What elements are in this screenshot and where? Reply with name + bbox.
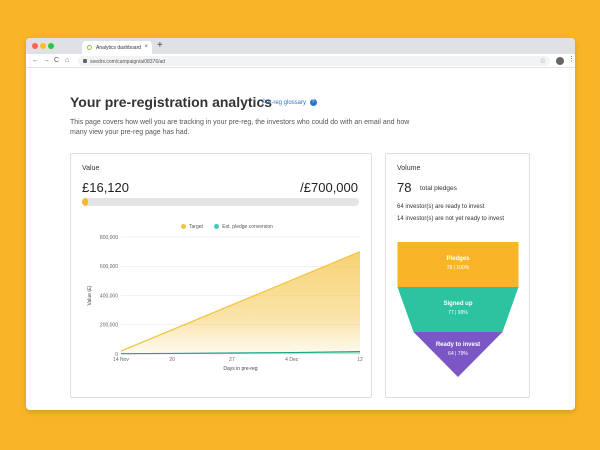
x-axis-title: Days in pre-reg bbox=[223, 366, 257, 372]
funnel-segment-title: Ready to invest bbox=[436, 342, 480, 348]
address-toolbar: ← → C ⌂ seedrs.com/campaign/ai08376/ad ☆… bbox=[26, 54, 575, 68]
funnel-segment-stats: 77 | 99% bbox=[448, 310, 468, 316]
x-tick-label: 4 Dec bbox=[285, 357, 299, 363]
page-content: Your pre-registration analytics Pre-reg … bbox=[26, 68, 575, 410]
tab-close-icon[interactable]: × bbox=[144, 44, 148, 50]
bookmark-star-icon[interactable]: ☆ bbox=[540, 57, 546, 65]
y-tick-label: 200,000 bbox=[100, 323, 118, 329]
x-tick-label: 14 Nov bbox=[113, 357, 129, 363]
page-description: This page covers how well you are tracki… bbox=[70, 119, 410, 136]
home-icon[interactable]: ⌂ bbox=[65, 56, 69, 65]
y-tick-label: 400,000 bbox=[100, 293, 118, 299]
funnel-segment-stats: 64 | 79% bbox=[448, 351, 468, 357]
value-area-chart: 0200,000400,000600,000800,00014 Nov 20 27 4… bbox=[87, 235, 363, 372]
tab-analytics-dashboard[interactable]: Analytics dashboard × bbox=[82, 41, 152, 54]
y-tick-label: 800,000 bbox=[100, 235, 118, 241]
funnel-segment-title: Signed up bbox=[444, 301, 473, 307]
help-icon[interactable]: ? bbox=[309, 99, 317, 106]
lock-icon bbox=[83, 58, 87, 63]
forward-arrow-icon[interactable]: → bbox=[43, 56, 50, 65]
pre-reg-glossary-link[interactable]: Pre-reg glossary ? bbox=[262, 99, 317, 106]
funnel-segment-stats: 78 | 100% bbox=[447, 265, 470, 271]
address-bar[interactable]: seedrs.com/campaign/ai08376/ad ☆ bbox=[78, 56, 550, 66]
funnel-segment-title: Pledges bbox=[446, 256, 470, 262]
close-window-button[interactable] bbox=[32, 43, 38, 49]
back-arrow-icon[interactable]: ← bbox=[32, 56, 39, 65]
volume-card: Volume 78 total pledges 64 investor(s) a… bbox=[385, 153, 530, 398]
new-tab-button[interactable]: + bbox=[157, 40, 163, 52]
maximize-window-button[interactable] bbox=[48, 43, 54, 49]
x-tick-label: 12 bbox=[357, 357, 363, 363]
value-card: Value £16,120 /£700,000 Target Est. pled… bbox=[70, 153, 372, 398]
y-tick-label: 600,000 bbox=[100, 264, 118, 270]
profile-avatar-icon[interactable] bbox=[556, 57, 564, 65]
reload-icon[interactable]: C bbox=[54, 56, 59, 65]
seedrs-favicon-icon bbox=[87, 45, 92, 50]
investor-funnel: Pledges 78 | 100% Signed up 77 | 99% Ready t… bbox=[397, 242, 519, 377]
browser-menu-icon[interactable]: ⋮ bbox=[568, 55, 575, 63]
url-text: seedrs.com/campaign/ai08376/ad bbox=[90, 58, 166, 65]
x-tick-label: 20 bbox=[169, 357, 175, 363]
tab-bar: Analytics dashboard × + bbox=[26, 38, 575, 54]
x-tick-label: 27 bbox=[229, 357, 235, 363]
minimize-window-button[interactable] bbox=[40, 43, 46, 49]
tab-title: Analytics dashboard bbox=[96, 45, 142, 51]
y-axis-title: Value (£) bbox=[87, 285, 93, 305]
browser-window: Analytics dashboard × + ← → C ⌂ seedrs.c… bbox=[26, 38, 575, 410]
glossary-link-label: Pre-reg glossary bbox=[262, 100, 307, 107]
page-title: Your pre-registration analytics bbox=[70, 94, 273, 110]
